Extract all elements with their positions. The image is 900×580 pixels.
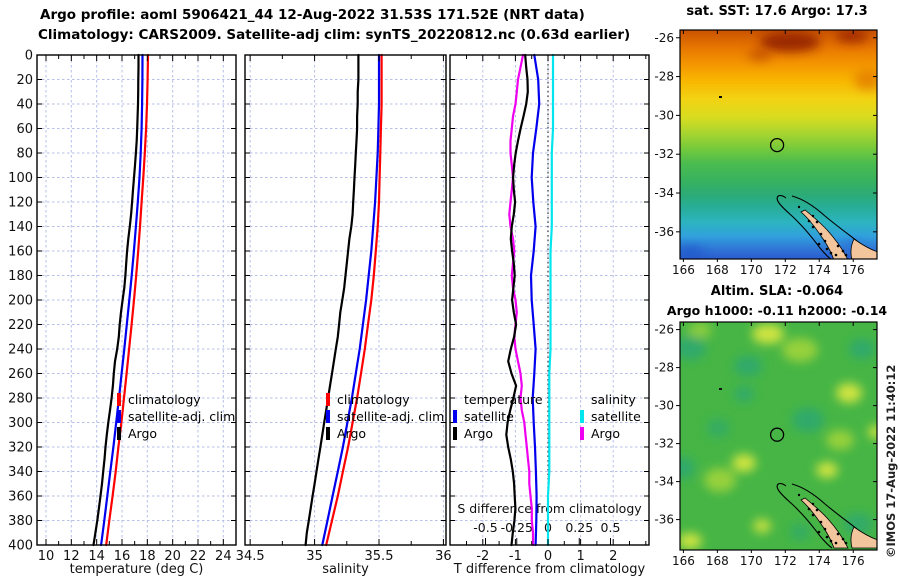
legend-label: satellite [464,409,514,424]
figure-title-line1: Argo profile: aoml 5906421_44 12-Aug-202… [40,7,585,23]
t-difference-axis-label: T difference from climatology [453,562,646,577]
t-satellite-line-swatch [453,410,457,423]
climatology-line-swatch [326,393,330,406]
argo-profile-figure: 10 12 14 16 18 20 22 24 0 20 40 60 80 100 120 140 160 180… [0,0,900,580]
legend-label: Argo [337,426,367,441]
temperature-axis-label: temperature (deg C) [69,562,204,577]
map-lon-tick-label: 174 [808,554,831,568]
sst-map-title: sat. SST: 17.6 Argo: 17.3 [686,4,868,19]
map-lat-tick-label: -28 [654,70,674,84]
map-lon-tick-label: 168 [706,263,729,277]
salinity-axis-label: salinity [322,562,369,577]
legend-label: satellite-adj. clim [128,409,236,424]
map-lat-tick-label: -36 [654,225,674,239]
map-lon-tick-label: 172 [774,263,797,277]
legend-label: satellite-adj. clim [337,409,445,424]
map-lon-tick-label: 174 [808,263,831,277]
map-lon-tick-label: 170 [740,263,763,277]
difference-legend-salinity: salinity satellite Argo [580,391,641,442]
satellite-clim-line-swatch [326,410,330,423]
norfolk-island-dot [719,96,722,98]
legend-item-s-argo: Argo [580,425,641,442]
legend-item-argo: Argo [326,425,444,442]
map-lat-tick-label: -34 [654,475,674,489]
map-lon-tick-label: 166 [672,554,695,568]
map-lat-tick-label: -32 [654,437,674,451]
map-lon-tick-label: 172 [774,554,797,568]
map-lon-tick-label: 166 [672,263,695,277]
legend-item-t-argo: Argo [453,425,543,442]
legend-label: Argo [464,426,494,441]
satellite-clim-line-swatch [117,410,121,423]
legend-group-header: salinity [591,392,636,407]
map-lat-tick-label: -34 [654,186,674,200]
s-satellite-line-swatch [580,410,584,423]
legend-group-header: temperature [464,392,543,407]
s-argo-line-swatch [580,427,584,440]
climatology-line-swatch [117,393,121,406]
legend-label: satellite [591,409,641,424]
sla-map-title-line2: Argo h1000: -0.11 h2000: -0.14 [666,303,888,318]
map-lat-tick-label: -28 [654,361,674,375]
figure-title-line2: Climatology: CARS2009. Satellite-adj cli… [38,27,631,43]
legend-item-s-satellite: satellite [580,408,641,425]
legend-item-satellite-adj-clim: satellite-adj. clim [117,408,235,425]
legend-item-satellite-adj-clim: satellite-adj. clim [326,408,444,425]
legend-item-climatology: climatology [326,391,444,408]
sla-map-image [680,322,877,550]
imos-watermark: ©IMOS 17-Aug-2022 11:40:12 [884,364,898,558]
norfolk-island-dot [719,388,722,390]
map-lat-tick-label: -26 [654,323,674,337]
map-lat-tick-label: -36 [654,513,674,527]
sla-map-title-line1: Altim. SLA: -0.064 [710,284,844,299]
legend-label: climatology [337,392,410,407]
map-lat-tick-label: -30 [654,108,674,122]
legend-label: climatology [128,392,201,407]
legend-item-t-satellite: satellite [453,408,543,425]
map-lat-tick-label: -32 [654,147,674,161]
map-lon-tick-label: 176 [842,554,865,568]
legend-label: Argo [591,426,621,441]
map-lat-tick-label: -26 [654,31,674,45]
argo-line-swatch [326,427,330,440]
argo-line-swatch [117,427,121,440]
sst-map-image [680,30,877,259]
map-lon-tick-label: 176 [842,263,865,277]
legend-label: Argo [128,426,158,441]
temperature-legend: climatology satellite-adj. clim Argo [117,391,235,442]
difference-legend-temperature: temperature satellite Argo [453,391,543,442]
legend-item-climatology: climatology [117,391,235,408]
legend-item-argo: Argo [117,425,235,442]
map-lat-tick-label: -30 [654,399,674,413]
salinity-legend: climatology satellite-adj. clim Argo [326,391,444,442]
map-lon-tick-label: 168 [706,554,729,568]
t-argo-line-swatch [453,427,457,440]
map-lon-tick-label: 170 [740,554,763,568]
